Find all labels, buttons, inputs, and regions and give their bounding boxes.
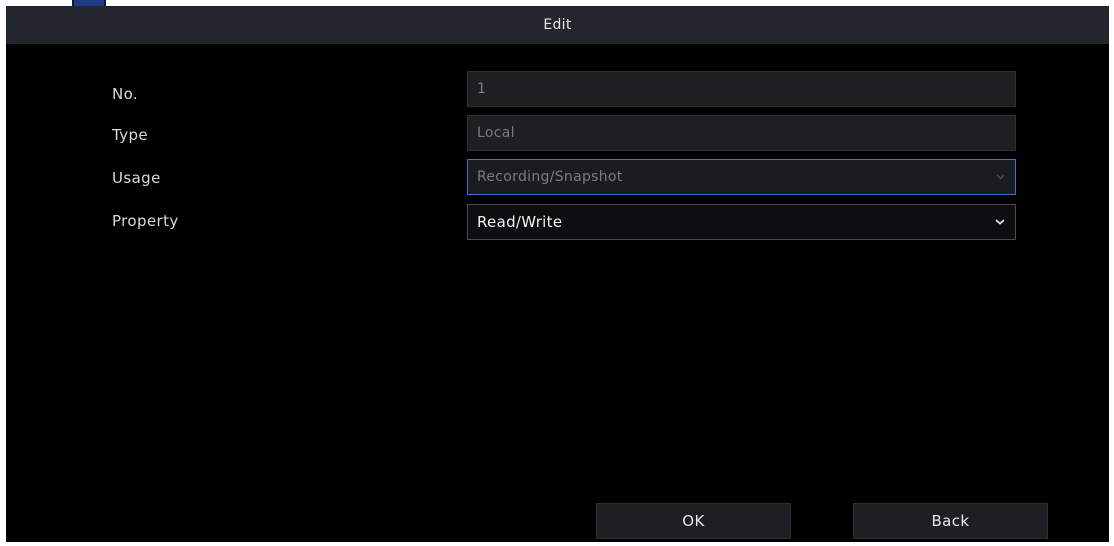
type-field: Local — [467, 115, 1016, 151]
usage-select[interactable]: Recording/Snapshot — [467, 159, 1016, 195]
property-value: Read/Write — [477, 213, 563, 231]
chevron-down-icon — [995, 219, 1005, 226]
ok-button[interactable]: OK — [596, 503, 791, 539]
no-field: 1 — [467, 71, 1016, 107]
chevron-down-icon — [996, 174, 1005, 180]
no-value: 1 — [477, 81, 487, 97]
edit-dialog: Edit No. 1 Type Local Usage Recording/Sn… — [6, 6, 1109, 542]
back-button-label: Back — [931, 512, 970, 530]
usage-label: Usage — [112, 169, 161, 187]
dialog-title: Edit — [543, 17, 572, 33]
type-label: Type — [112, 126, 149, 144]
ok-button-label: OK — [682, 512, 705, 530]
type-value: Local — [477, 125, 515, 141]
property-label: Property — [112, 212, 179, 230]
no-label: No. — [112, 85, 139, 103]
back-button[interactable]: Back — [853, 503, 1048, 539]
property-select[interactable]: Read/Write — [467, 204, 1016, 240]
dialog-titlebar: Edit — [6, 6, 1109, 44]
usage-value: Recording/Snapshot — [477, 169, 623, 185]
